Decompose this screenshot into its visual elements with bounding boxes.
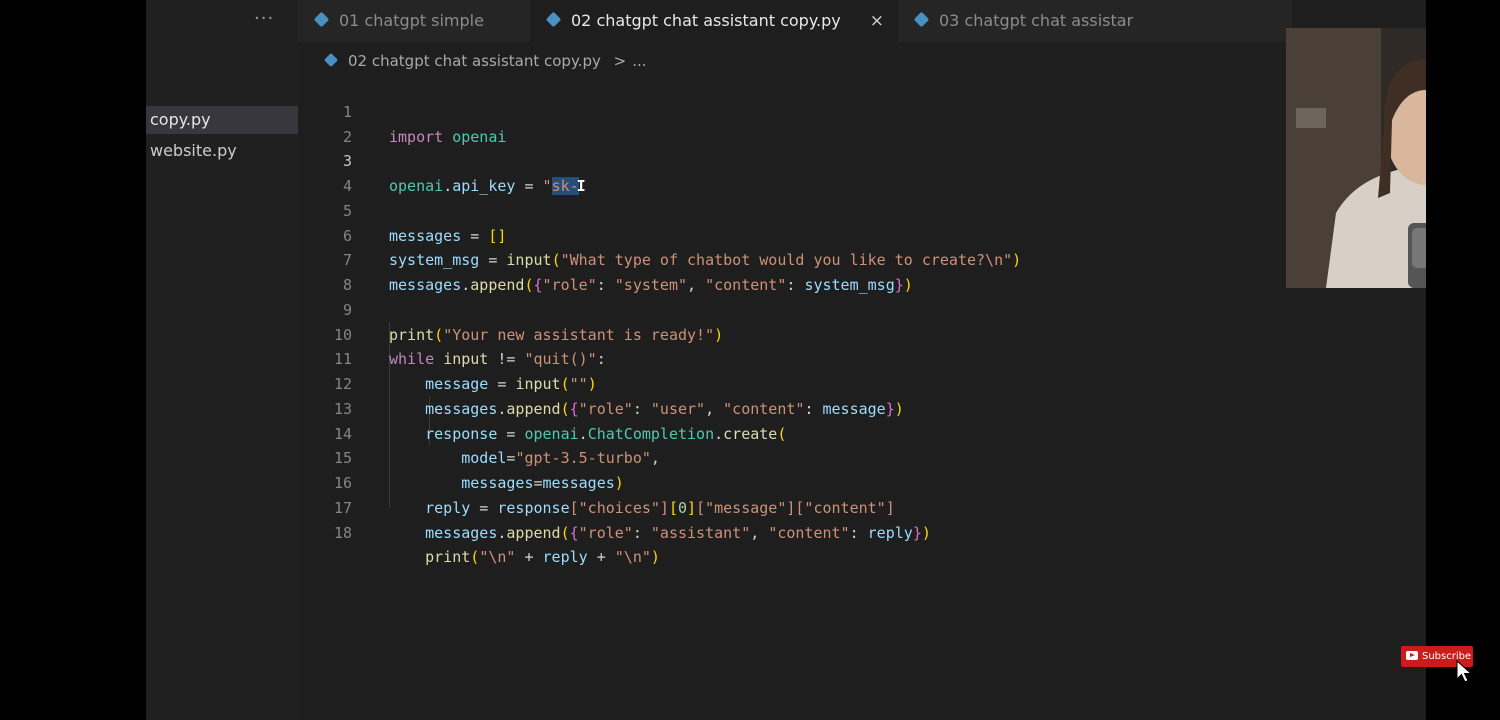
- tab-01-chatgpt-simple[interactable]: 01 chatgpt simple: [298, 0, 530, 42]
- chevron-right-icon: >: [613, 52, 627, 70]
- code-line: 8: [298, 248, 1292, 294]
- code-line: 5 messages = []: [298, 174, 1292, 245]
- code-line: 10 while input != "quit()":: [298, 298, 1292, 369]
- code-line: 17 messages.append({"role": "assistant",…: [298, 471, 1292, 542]
- python-file-icon: [313, 11, 330, 28]
- presenter-video-icon: [1286, 28, 1426, 288]
- explorer-sidebar: ··· copy.py website.py: [146, 0, 298, 720]
- editor-window: ··· copy.py website.py 01 chatgpt simple…: [146, 0, 1426, 720]
- code-line: 16 reply = response["choices"][0]["messa…: [298, 446, 1292, 517]
- python-file-icon: [545, 11, 562, 28]
- code-line: 9 print("Your new assistant is ready!"): [298, 273, 1292, 344]
- code-line: 14 model="gpt-3.5-turbo",: [298, 397, 1292, 468]
- breadcrumb: 02 chatgpt chat assistant copy.py >...: [323, 49, 647, 73]
- code-line: 15 messages=messages): [298, 422, 1292, 492]
- explorer-file-copy-py[interactable]: copy.py: [146, 106, 298, 134]
- code-editor[interactable]: 1 import openai 2 3 openai.api_key = "sk…: [298, 75, 1292, 567]
- code-line: 11 message = input(""): [298, 323, 1292, 393]
- youtube-play-icon: [1406, 650, 1418, 660]
- more-actions-button[interactable]: ···: [254, 8, 274, 29]
- code-line: 7 messages.append({"role": "system", "co…: [298, 224, 1292, 294]
- python-file-icon: [323, 52, 339, 67]
- breadcrumb-ellipsis[interactable]: ...: [632, 52, 646, 70]
- code-line: 13 response = openai.ChatCompletion.crea…: [298, 372, 1292, 443]
- explorer-file-website-py[interactable]: website.py: [146, 137, 298, 165]
- code-line: 2: [298, 100, 1292, 146]
- code-line: 12 messages.append({"role": "user", "con…: [298, 347, 1292, 418]
- tab-02-chatgpt-chat-assistant-copy[interactable]: 02 chatgpt chat assistant copy.py ×: [530, 0, 898, 42]
- line-number: 18: [333, 523, 352, 542]
- code-line: 1 import openai: [298, 75, 1292, 146]
- mouse-pointer-icon: [1456, 660, 1473, 683]
- code-line: 18 print("\n" + reply + "\n"): [298, 496, 1292, 567]
- tab-label: 01 chatgpt simple: [339, 11, 484, 30]
- tab-label: 02 chatgpt chat assistant copy.py: [571, 11, 841, 30]
- tab-label: 03 chatgpt chat assistar: [939, 11, 1134, 30]
- close-tab-icon[interactable]: ×: [870, 0, 884, 42]
- tab-03-chatgpt-chat-assistant[interactable]: 03 chatgpt chat assistar: [898, 0, 1292, 42]
- code-line-current: 3 openai.api_key = "sk-I: [298, 125, 1292, 195]
- code-line: 4: [298, 149, 1292, 195]
- breadcrumb-file[interactable]: 02 chatgpt chat assistant copy.py: [348, 52, 601, 70]
- python-file-icon: [913, 11, 930, 28]
- tab-bar: 01 chatgpt simple 02 chatgpt chat assist…: [298, 0, 1292, 42]
- code-line: 6 system_msg = input("What type of chatb…: [298, 199, 1292, 270]
- webcam-overlay: [1286, 28, 1426, 288]
